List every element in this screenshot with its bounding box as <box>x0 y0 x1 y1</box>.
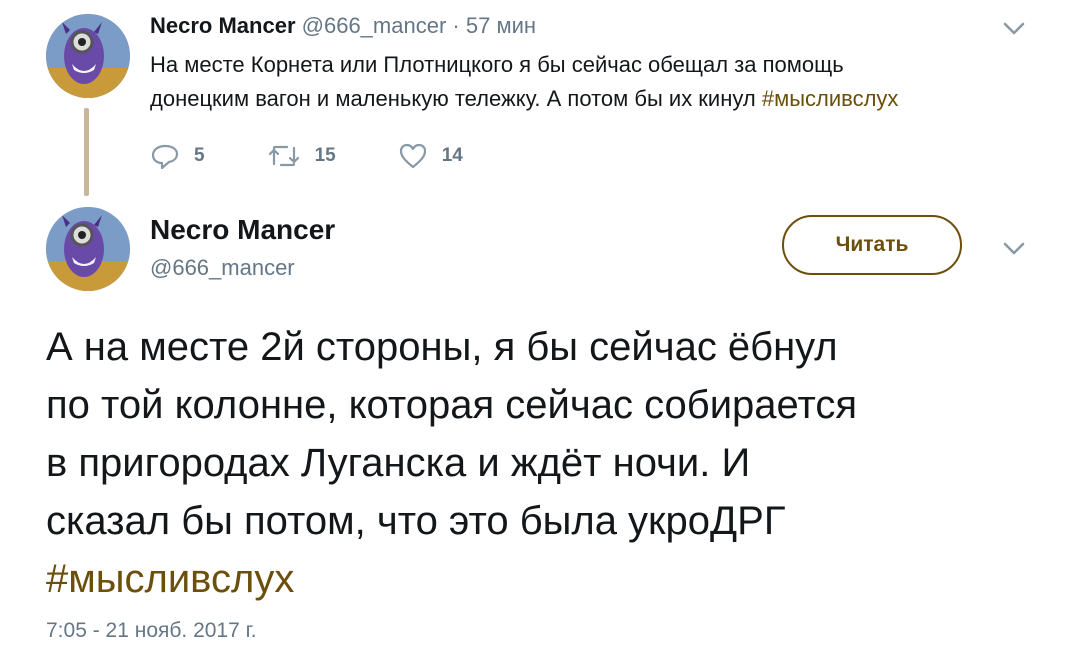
avatar-image <box>46 207 130 291</box>
tweet-text-line: А на месте 2й стороны, я бы сейчас ёбнул <box>46 325 838 369</box>
tweet-text-line: по той колонне, которая сейчас собираетс… <box>46 383 857 427</box>
chevron-down-icon[interactable] <box>1000 18 1028 38</box>
avatar[interactable] <box>46 207 130 291</box>
author-handle[interactable]: @666_mancer <box>302 13 447 38</box>
chevron-down-icon[interactable] <box>1000 238 1028 258</box>
tweet-text-line: сказал бы потом, что это была укроДРГ <box>46 499 786 543</box>
tweet-timestamp[interactable]: 7:05 - 21 нояб. 2017 г. <box>46 618 257 644</box>
like-count: 14 <box>441 145 463 166</box>
follow-button[interactable]: Читать <box>782 215 962 275</box>
heart-icon <box>399 143 426 169</box>
tweet-text-line: в пригородах Луганска и ждёт ночи. И <box>46 441 751 485</box>
retweet-icon <box>268 145 299 167</box>
retweet-count: 15 <box>314 145 336 166</box>
reply-tweet-text: На месте Корнета или Плотницкого я бы се… <box>150 48 990 116</box>
author-name[interactable]: Necro Mancer <box>150 212 335 248</box>
tweet-time[interactable]: 57 мин <box>466 13 536 38</box>
like-button[interactable]: 14 <box>398 142 463 170</box>
hashtag-link[interactable]: #мысливслух <box>762 86 899 111</box>
tweet-actions: 5 15 14 <box>150 138 525 174</box>
reply-count: 5 <box>194 145 205 166</box>
author-name[interactable]: Necro Mancer <box>150 13 296 38</box>
separator-dot: · <box>452 13 460 38</box>
main-tweet-text: А на месте 2й стороны, я бы сейчас ёбнул… <box>46 318 1056 608</box>
tweet-text-line: донецким вагон и маленькую тележку. А по… <box>150 86 899 111</box>
hashtag-link[interactable]: #мысливслух <box>46 550 1056 608</box>
author-handle[interactable]: @666_mancer <box>150 254 295 282</box>
avatar-image <box>46 14 130 98</box>
reply-button[interactable]: 5 <box>150 142 205 170</box>
avatar[interactable] <box>46 14 130 98</box>
reply-icon <box>151 144 179 170</box>
reply-tweet-header: Necro Mancer @666_mancer · 57 мин <box>150 12 536 40</box>
tweet-text-line: На месте Корнета или Плотницкого я бы се… <box>150 52 844 77</box>
retweet-button[interactable]: 15 <box>267 142 336 170</box>
thread-connector <box>84 108 89 196</box>
